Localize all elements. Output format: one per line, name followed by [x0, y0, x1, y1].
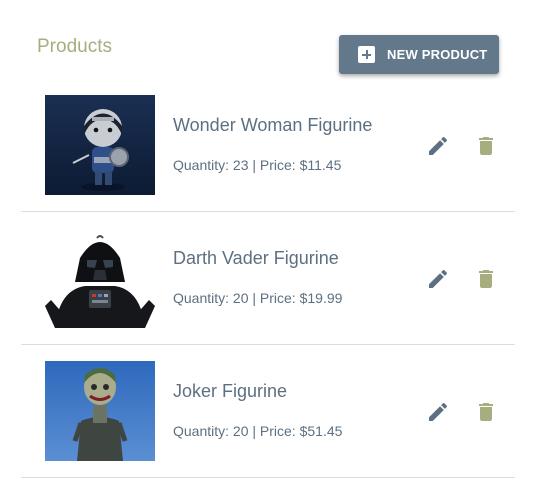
list-item: Joker Figurine Quantity: 20 | Price: $51…	[21, 345, 515, 478]
add-icon	[358, 46, 375, 63]
list-item: Wonder Woman Figurine Quantity: 23 | Pri…	[21, 79, 515, 212]
product-image-joker	[45, 361, 155, 461]
pencil-icon[interactable]	[426, 400, 450, 424]
pencil-icon[interactable]	[426, 134, 450, 158]
product-name: Joker Figurine	[173, 381, 288, 401]
product-details: Quantity: 20 | Price: $19.99	[173, 290, 343, 306]
new-product-button[interactable]: NEW PRODUCT	[339, 35, 499, 74]
products-header: Products NEW PRODUCT	[0, 0, 536, 90]
product-details: Quantity: 23 | Price: $11.45	[173, 157, 342, 173]
product-name: Darth Vader Figurine	[173, 248, 339, 268]
product-image-darth-vader	[45, 228, 155, 328]
trash-icon[interactable]	[474, 267, 498, 291]
pencil-icon[interactable]	[426, 267, 450, 291]
product-image-wonder-woman	[45, 95, 155, 195]
page-title: Products	[37, 36, 112, 57]
product-list: Wonder Woman Figurine Quantity: 23 | Pri…	[21, 79, 515, 478]
product-name: Wonder Woman Figurine	[173, 115, 373, 135]
trash-icon[interactable]	[474, 134, 498, 158]
list-item: Darth Vader Figurine Quantity: 20 | Pric…	[21, 212, 515, 345]
product-details: Quantity: 20 | Price: $51.45	[173, 423, 343, 439]
new-product-button-label: NEW PRODUCT	[387, 47, 488, 62]
trash-icon[interactable]	[474, 400, 498, 424]
